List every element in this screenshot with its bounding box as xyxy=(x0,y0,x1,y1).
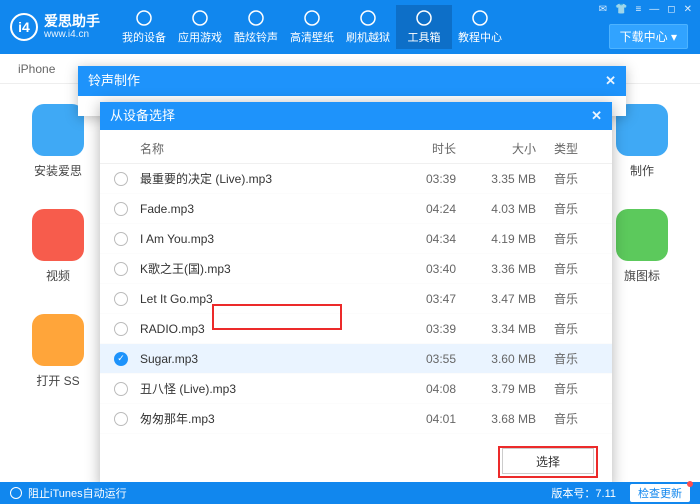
radio-icon[interactable] xyxy=(114,202,128,216)
table-body: 最重要的决定 (Live).mp303:393.35 MB音乐Fade.mp30… xyxy=(100,164,612,438)
minimize-icon[interactable]: — xyxy=(649,4,659,15)
cell-name: I Am You.mp3 xyxy=(140,232,386,246)
radio-icon[interactable] xyxy=(114,262,128,276)
device-select-modal: 从设备选择 ✕ 名称 时长 大小 类型 最重要的决定 (Live).mp303:… xyxy=(100,102,612,488)
feedback-icon[interactable]: ✉ xyxy=(599,4,607,15)
radio-icon[interactable] xyxy=(114,232,128,246)
table-row[interactable]: Fade.mp304:244.03 MB音乐 xyxy=(100,194,612,224)
radio-icon[interactable] xyxy=(114,352,128,366)
cell-name: 最重要的决定 (Live).mp3 xyxy=(140,170,386,187)
radio-icon[interactable] xyxy=(114,292,128,306)
cell-size: 4.03 MB xyxy=(456,202,536,216)
status-text: 阻止iTunes自动运行 xyxy=(28,485,127,501)
skin-icon[interactable]: 👕 xyxy=(615,4,627,15)
maximize-icon[interactable]: ◻ xyxy=(667,4,675,15)
nav-item[interactable]: 应用游戏 xyxy=(172,5,228,49)
table-row[interactable]: RADIO.mp303:393.34 MB音乐 xyxy=(100,314,612,344)
logo-icon: i4 xyxy=(10,13,38,41)
table-header: 名称 时长 大小 类型 xyxy=(100,130,612,164)
col-name: 名称 xyxy=(140,140,386,157)
radio-icon[interactable] xyxy=(114,322,128,336)
cell-type: 音乐 xyxy=(536,410,596,427)
app-url: www.i4.cn xyxy=(44,29,100,40)
cell-name: Fade.mp3 xyxy=(140,202,386,216)
cell-name: 匆匆那年.mp3 xyxy=(140,410,386,427)
tool-item[interactable]: 打开 SS xyxy=(26,314,90,389)
menu-icon[interactable]: ≡ xyxy=(635,4,641,15)
table-row[interactable]: 丑八怪 (Live).mp304:083.79 MB音乐 xyxy=(100,374,612,404)
window-controls: ✉ 👕 ≡ — ◻ ✕ xyxy=(599,4,692,15)
table-row[interactable]: I Am You.mp304:344.19 MB音乐 xyxy=(100,224,612,254)
cell-duration: 03:39 xyxy=(386,322,456,336)
cell-type: 音乐 xyxy=(536,290,596,307)
cell-duration: 04:24 xyxy=(386,202,456,216)
cell-type: 音乐 xyxy=(536,230,596,247)
tool-item[interactable]: 旗图标 xyxy=(610,209,674,284)
col-type: 类型 xyxy=(536,140,596,157)
cell-type: 音乐 xyxy=(536,170,596,187)
cell-duration: 03:40 xyxy=(386,262,456,276)
app-title: 爱思助手 xyxy=(44,14,100,29)
cell-duration: 03:39 xyxy=(386,172,456,186)
cell-name: 丑八怪 (Live).mp3 xyxy=(140,380,386,397)
check-update-button[interactable]: 检查更新 xyxy=(630,484,690,502)
close-icon[interactable]: ✕ xyxy=(605,66,616,96)
nav-item[interactable]: 工具箱 xyxy=(396,5,452,49)
modal-title: 从设备选择 xyxy=(110,102,175,130)
cell-size: 3.36 MB xyxy=(456,262,536,276)
select-button[interactable]: 选择 xyxy=(502,448,594,474)
cell-size: 3.60 MB xyxy=(456,352,536,366)
radio-icon[interactable] xyxy=(114,382,128,396)
cell-name: RADIO.mp3 xyxy=(140,322,386,336)
app-logo: i4 爱思助手 www.i4.cn xyxy=(10,13,100,41)
toggle-icon[interactable] xyxy=(10,487,22,499)
close-icon[interactable]: ✕ xyxy=(591,102,602,130)
cell-type: 音乐 xyxy=(536,260,596,277)
table-row[interactable]: K歌之王(国).mp303:403.36 MB音乐 xyxy=(100,254,612,284)
cell-size: 3.47 MB xyxy=(456,292,536,306)
cell-duration: 04:01 xyxy=(386,412,456,426)
cell-type: 音乐 xyxy=(536,380,596,397)
cell-duration: 04:08 xyxy=(386,382,456,396)
nav-item[interactable]: 酷炫铃声 xyxy=(228,5,284,49)
download-center-button[interactable]: 下载中心 ▾ xyxy=(609,24,688,49)
cell-duration: 03:47 xyxy=(386,292,456,306)
close-icon[interactable]: ✕ xyxy=(684,4,692,15)
cell-size: 4.19 MB xyxy=(456,232,536,246)
table-row[interactable]: 最重要的决定 (Live).mp303:393.35 MB音乐 xyxy=(100,164,612,194)
cell-type: 音乐 xyxy=(536,350,596,367)
main-nav: 我的设备应用游戏酷炫铃声高清壁纸刷机越狱工具箱教程中心 xyxy=(116,5,508,49)
cell-size: 3.35 MB xyxy=(456,172,536,186)
cell-name: Sugar.mp3 xyxy=(140,352,386,366)
status-bar: 阻止iTunes自动运行 版本号：7.11 检查更新 xyxy=(0,482,700,504)
cell-type: 音乐 xyxy=(536,200,596,217)
version-label: 版本号：7.11 xyxy=(551,485,616,501)
table-row[interactable]: Sugar.mp303:553.60 MB音乐 xyxy=(100,344,612,374)
radio-icon[interactable] xyxy=(114,412,128,426)
table-row[interactable]: Let It Go.mp303:473.47 MB音乐 xyxy=(100,284,612,314)
nav-item[interactable]: 高清壁纸 xyxy=(284,5,340,49)
cell-duration: 04:34 xyxy=(386,232,456,246)
col-duration: 时长 xyxy=(386,140,456,157)
title-bar: i4 爱思助手 www.i4.cn 我的设备应用游戏酷炫铃声高清壁纸刷机越狱工具… xyxy=(0,0,700,54)
cell-duration: 03:55 xyxy=(386,352,456,366)
cell-name: K歌之王(国).mp3 xyxy=(140,260,386,277)
cell-name: Let It Go.mp3 xyxy=(140,292,386,306)
radio-icon[interactable] xyxy=(114,172,128,186)
nav-item[interactable]: 刷机越狱 xyxy=(340,5,396,49)
table-row[interactable]: 匆匆那年.mp304:013.68 MB音乐 xyxy=(100,404,612,434)
nav-item[interactable]: 教程中心 xyxy=(452,5,508,49)
tool-item[interactable]: 视频 xyxy=(26,209,90,284)
col-size: 大小 xyxy=(456,140,536,157)
nav-item[interactable]: 我的设备 xyxy=(116,5,172,49)
cell-size: 3.34 MB xyxy=(456,322,536,336)
cell-size: 3.68 MB xyxy=(456,412,536,426)
cell-type: 音乐 xyxy=(536,320,596,337)
cell-size: 3.79 MB xyxy=(456,382,536,396)
modal-title: 铃声制作 xyxy=(88,66,140,96)
